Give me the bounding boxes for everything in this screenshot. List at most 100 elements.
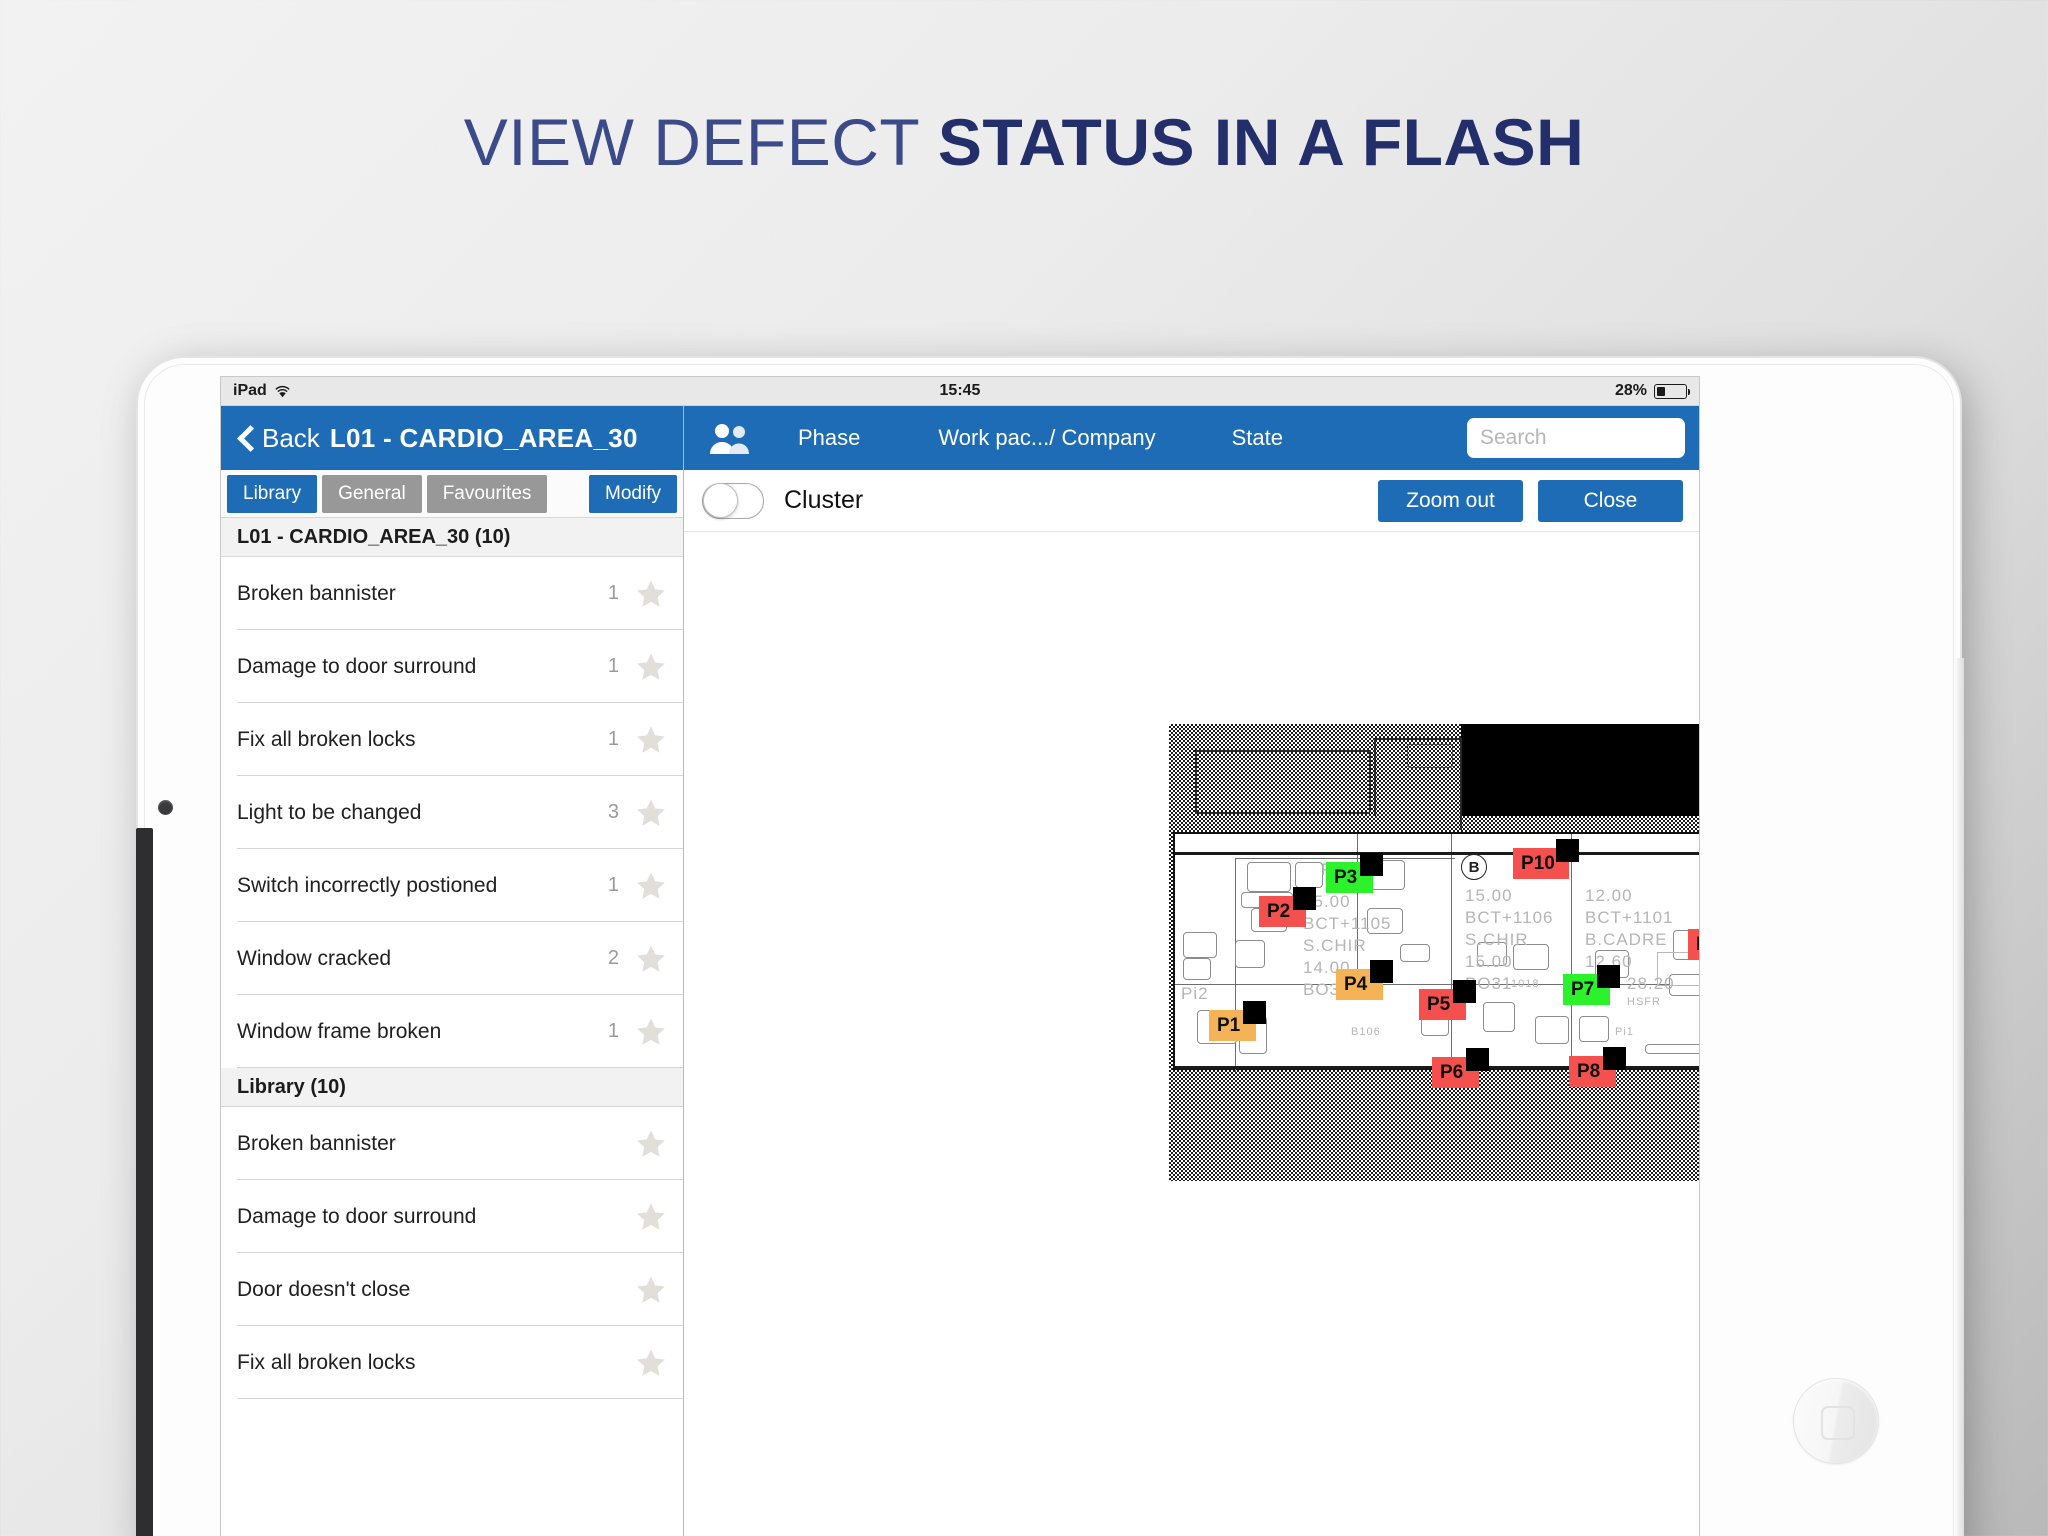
list-item-count: 1 <box>607 874 619 896</box>
star-icon[interactable] <box>633 1346 669 1380</box>
defect-marker[interactable]: P5 <box>1419 980 1476 1020</box>
defect-marker-label: P1 <box>1217 1014 1241 1036</box>
list-item-label: Broken bannister <box>237 1131 396 1155</box>
list-item[interactable]: Fix all broken locks 1 <box>221 703 683 776</box>
star-icon[interactable] <box>633 869 669 903</box>
plan-grid-marker: B <box>1461 854 1487 880</box>
home-button[interactable] <box>1793 1378 1879 1464</box>
plan-line <box>1374 738 1462 740</box>
chevron-left-icon[interactable] <box>238 426 252 450</box>
plan-fixture <box>1183 932 1217 958</box>
defect-marker[interactable]: P1 <box>1209 1001 1266 1041</box>
star-icon[interactable] <box>633 1200 669 1234</box>
plan-room-outline: B Pi2 15.00 BCT+1105 S.CHIR 14.00 BO31 P… <box>1173 832 1699 1088</box>
zoom-out-button[interactable]: Zoom out <box>1378 479 1523 522</box>
floorplan-viewport[interactable]: B Pi2 15.00 BCT+1105 S.CHIR 14.00 BO31 P… <box>684 532 1699 1536</box>
list-item-label: Broken bannister <box>237 581 396 605</box>
plan-label: BCT+1106 <box>1465 908 1554 927</box>
list-item-count: 3 <box>607 801 619 823</box>
defect-marker[interactable]: P2 <box>1259 887 1316 927</box>
list-item[interactable]: Damage to door surround <box>221 1180 683 1253</box>
list-item-label: Fix all broken locks <box>237 1350 416 1374</box>
list-item-count: 1 <box>607 728 619 750</box>
plan-line <box>1195 750 1197 812</box>
sidebar-panel: Back L01 - CARDIO_AREA_30 Library Genera… <box>221 406 684 1536</box>
cluster-toggle-label: Cluster <box>784 486 864 514</box>
content-panel: Phase Work pac.../ Company State Cluster… <box>684 406 1699 1536</box>
close-button[interactable]: Close <box>1538 479 1683 522</box>
defect-marker-label: P10 <box>1521 852 1555 874</box>
star-icon[interactable] <box>633 796 669 830</box>
list-item[interactable]: Broken bannister 1 <box>221 557 683 630</box>
plan-label: 12.00 <box>1585 886 1633 905</box>
plan-fixture <box>1579 1016 1609 1042</box>
plan-fixture <box>1407 744 1453 768</box>
defect-marker[interactable]: P9 <box>1688 929 1699 960</box>
list-item[interactable]: Fix all broken locks <box>221 1326 683 1399</box>
plan-line <box>1357 834 1359 984</box>
defect-marker-label: P6 <box>1440 1061 1464 1083</box>
plan-label: Pi2 <box>1181 984 1209 1003</box>
defect-marker[interactable]: P8 <box>1569 1047 1626 1087</box>
filter-state[interactable]: State <box>1232 425 1283 451</box>
plan-fixture <box>1535 1016 1569 1044</box>
tab-general[interactable]: General <box>322 474 422 513</box>
plan-black-region <box>1461 724 1699 816</box>
defect-marker[interactable]: P6 <box>1432 1048 1489 1088</box>
group-header-library: Library (10) <box>221 1068 683 1107</box>
floorplan-drawing[interactable]: B Pi2 15.00 BCT+1105 S.CHIR 14.00 BO31 P… <box>1169 724 1699 1181</box>
list-item-label: Fix all broken locks <box>237 727 416 751</box>
group-header-area: L01 - CARDIO_AREA_30 (10) <box>221 518 683 557</box>
plan-line <box>1451 834 1453 1072</box>
star-icon[interactable] <box>633 942 669 976</box>
plan-wall-top <box>1175 852 1699 855</box>
camera-icon <box>158 800 173 815</box>
page-title-bold: STATUS IN A FLASH <box>937 105 1585 179</box>
star-icon[interactable] <box>633 1015 669 1049</box>
list-item-count: 1 <box>607 582 619 604</box>
plan-line <box>1175 984 1699 986</box>
defect-marker-label: P2 <box>1267 900 1291 922</box>
search-input[interactable] <box>1480 426 1699 450</box>
list-item[interactable]: Light to be changed 3 <box>221 776 683 849</box>
star-icon[interactable] <box>633 1127 669 1161</box>
defect-marker[interactable]: P10 <box>1513 839 1579 879</box>
list-item-count: 2 <box>607 947 619 969</box>
battery-icon <box>1654 383 1690 399</box>
plan-line <box>1374 738 1376 816</box>
modify-button[interactable]: Modify <box>589 474 677 513</box>
ipad-left-antenna-strip <box>136 828 153 1536</box>
list-item-label: Damage to door surround <box>237 1204 477 1228</box>
plan-label: S.CHIR <box>1465 930 1529 949</box>
list-item[interactable]: Broken bannister <box>221 1107 683 1180</box>
star-icon[interactable] <box>633 577 669 611</box>
defect-marker-label: P4 <box>1344 973 1368 995</box>
star-icon[interactable] <box>633 723 669 757</box>
cluster-toggle[interactable] <box>702 482 764 519</box>
defect-marker-label: P3 <box>1334 866 1358 888</box>
people-icon[interactable] <box>708 421 752 455</box>
plan-label: Pi1 <box>1615 1026 1634 1038</box>
tab-favourites[interactable]: Favourites <box>426 474 548 513</box>
list-item[interactable]: Window frame broken 1 <box>221 995 683 1068</box>
filter-workpackage-company[interactable]: Work pac.../ Company <box>938 425 1155 451</box>
defect-marker[interactable]: P7 <box>1563 965 1620 1005</box>
filter-toolbar: Phase Work pac.../ Company State <box>684 406 1699 470</box>
plan-line <box>1460 738 1462 830</box>
defect-marker[interactable]: P4 <box>1336 960 1393 1000</box>
plan-fixture <box>1645 1044 1699 1054</box>
back-button-label[interactable]: Back <box>262 423 320 454</box>
list-item[interactable]: Door doesn't close <box>221 1253 683 1326</box>
list-item-count: 1 <box>607 655 619 677</box>
ipad-right-edge <box>1954 658 1964 1536</box>
star-icon[interactable] <box>633 650 669 684</box>
filter-phase[interactable]: Phase <box>798 425 860 451</box>
list-item[interactable]: Window cracked 2 <box>221 922 683 995</box>
sidebar-title: L01 - CARDIO_AREA_30 <box>329 422 638 453</box>
list-item[interactable]: Damage to door surround 1 <box>221 630 683 703</box>
defect-marker[interactable]: P3 <box>1326 853 1383 893</box>
tab-library[interactable]: Library <box>227 474 318 513</box>
list-item[interactable]: Switch incorrectly postioned 1 <box>221 849 683 922</box>
search-field-wrapper[interactable] <box>1467 418 1699 458</box>
star-icon[interactable] <box>633 1273 669 1307</box>
